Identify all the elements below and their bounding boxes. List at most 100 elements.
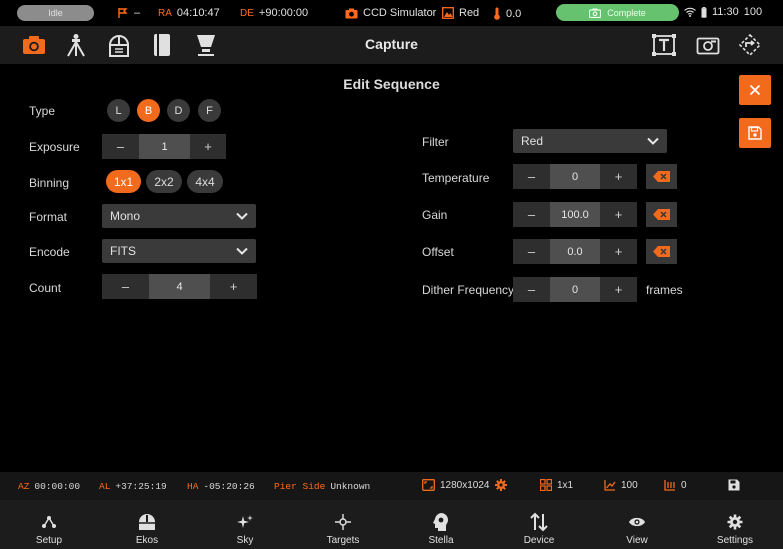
ha-label: HA bbox=[187, 481, 199, 492]
eye-icon bbox=[629, 517, 645, 527]
resolution-readout[interactable]: 1280x1024 bbox=[422, 479, 507, 491]
gain-value[interactable]: 100.0 bbox=[550, 202, 600, 227]
format-selected-value: Mono bbox=[110, 209, 141, 223]
offset-stepper: – 0.0 + bbox=[513, 239, 637, 264]
capture-tab[interactable] bbox=[21, 32, 47, 58]
type-option-f[interactable]: F bbox=[198, 99, 221, 122]
az-value: 00:00:00 bbox=[34, 481, 81, 492]
format-select[interactable]: Mono bbox=[102, 204, 256, 228]
dialog-title: Edit Sequence bbox=[343, 76, 440, 92]
notebook-icon bbox=[154, 34, 170, 56]
al-readout: AL +37:25:19 bbox=[99, 481, 167, 492]
nav-sky[interactable]: Sky bbox=[196, 500, 294, 549]
info-bar: AZ 00:00:00 AL +37:25:19 HA -05:20:26 Pi… bbox=[0, 472, 783, 500]
temperature-stepper: – 0 + bbox=[513, 164, 637, 189]
count-label: Count bbox=[29, 281, 62, 295]
gain-decrement-button[interactable]: – bbox=[513, 202, 550, 227]
offset-icon bbox=[664, 480, 675, 491]
encode-label: Encode bbox=[29, 245, 70, 259]
save-button[interactable] bbox=[739, 118, 771, 148]
type-option-l[interactable]: L bbox=[107, 99, 130, 122]
preview-button[interactable] bbox=[695, 32, 721, 58]
text-frame-icon bbox=[652, 34, 676, 56]
dither-value[interactable]: 0 bbox=[550, 277, 600, 302]
thermometer-icon bbox=[494, 7, 500, 20]
temperature-decrement-button[interactable]: – bbox=[513, 164, 550, 189]
nav-targets[interactable]: Targets bbox=[294, 500, 392, 549]
mount-tab[interactable] bbox=[63, 32, 89, 58]
tracking-value: – bbox=[134, 7, 141, 19]
backspace-icon bbox=[653, 209, 670, 220]
nav-setup-label: Setup bbox=[35, 535, 63, 546]
filter-status: Red bbox=[442, 7, 479, 19]
goto-button[interactable] bbox=[737, 32, 763, 58]
binning-option-2x2[interactable]: 2x2 bbox=[146, 170, 182, 193]
pier-side-value: Unknown bbox=[330, 481, 371, 492]
gain-readout: 100 bbox=[604, 479, 638, 491]
camera-name: CCD Simulator bbox=[363, 7, 437, 19]
nav-ekos[interactable]: Ekos bbox=[98, 500, 196, 549]
setup-icon bbox=[42, 516, 56, 528]
exposure-increment-button[interactable]: + bbox=[190, 134, 226, 159]
nav-view[interactable]: View bbox=[588, 500, 686, 549]
backspace-icon bbox=[653, 171, 670, 182]
offset-increment-button[interactable]: + bbox=[600, 239, 637, 264]
count-decrement-button[interactable]: – bbox=[102, 274, 149, 299]
close-icon bbox=[749, 84, 761, 96]
exposure-label: Exposure bbox=[29, 140, 80, 154]
nav-view-label: View bbox=[626, 535, 648, 546]
temperature-value[interactable]: 0 bbox=[550, 164, 600, 189]
offset-clear-button[interactable] bbox=[646, 239, 677, 264]
temperature-increment-button[interactable]: + bbox=[600, 164, 637, 189]
observatory-tab[interactable] bbox=[106, 32, 132, 58]
binning-option-1x1[interactable]: 1x1 bbox=[106, 170, 141, 193]
tripod-icon bbox=[67, 34, 85, 57]
exposure-decrement-button[interactable]: – bbox=[102, 134, 139, 159]
offset-decrement-button[interactable]: – bbox=[513, 239, 550, 264]
filter-select[interactable]: Red bbox=[513, 129, 667, 153]
close-button[interactable] bbox=[739, 75, 771, 105]
camera-outline-icon bbox=[696, 37, 720, 55]
offset-value[interactable]: 0.0 bbox=[550, 239, 600, 264]
targets-icon bbox=[335, 514, 351, 530]
de-label: DE bbox=[240, 7, 254, 19]
dither-decrement-button[interactable]: – bbox=[513, 277, 550, 302]
nav-targets-label: Targets bbox=[326, 535, 360, 546]
filter-selected-value: Red bbox=[521, 134, 544, 148]
text-overlay-button[interactable] bbox=[651, 32, 677, 58]
temperature-clear-button[interactable] bbox=[646, 164, 677, 189]
temperature-status: 0.0 bbox=[493, 7, 521, 20]
nav-setup[interactable]: Setup bbox=[0, 500, 98, 549]
dither-label: Dither Frequency bbox=[422, 283, 515, 297]
wifi-icon bbox=[684, 7, 696, 17]
count-increment-button[interactable]: + bbox=[210, 274, 257, 299]
ekos-icon bbox=[139, 514, 155, 530]
focus-tab[interactable] bbox=[193, 32, 219, 58]
encode-select[interactable]: FITS bbox=[102, 239, 256, 263]
nav-device[interactable]: Device bbox=[490, 500, 588, 549]
binning-option-4x4[interactable]: 4x4 bbox=[187, 170, 223, 193]
resolution-value: 1280x1024 bbox=[440, 479, 490, 491]
binning-readout-value: 1x1 bbox=[557, 479, 574, 491]
nav-settings[interactable]: Settings bbox=[686, 500, 783, 549]
save-config-button[interactable] bbox=[728, 479, 740, 491]
al-value: +37:25:19 bbox=[115, 481, 167, 492]
gain-clear-button[interactable] bbox=[646, 202, 677, 227]
guide-tab[interactable] bbox=[149, 32, 175, 58]
de-value: +90:00:00 bbox=[258, 7, 309, 19]
dither-increment-button[interactable]: + bbox=[600, 277, 637, 302]
type-label: Type bbox=[29, 104, 56, 118]
tracking-status: – bbox=[117, 7, 140, 19]
bottom-navigation: Setup Ekos Sky Targets Stella Device Vie… bbox=[0, 500, 783, 549]
type-option-b[interactable]: B bbox=[137, 99, 160, 122]
exposure-value[interactable]: 1 bbox=[139, 134, 190, 159]
nav-stella[interactable]: Stella bbox=[392, 500, 490, 549]
ha-readout: HA -05:20:26 bbox=[187, 481, 255, 492]
gain-increment-button[interactable]: + bbox=[600, 202, 637, 227]
pier-side-readout: Pier Side Unknown bbox=[274, 481, 370, 492]
gain-icon bbox=[604, 480, 616, 491]
type-option-d[interactable]: D bbox=[167, 99, 190, 122]
binning-label: Binning bbox=[29, 176, 70, 190]
count-value[interactable]: 4 bbox=[149, 274, 210, 299]
gain-readout-value: 100 bbox=[621, 479, 638, 491]
